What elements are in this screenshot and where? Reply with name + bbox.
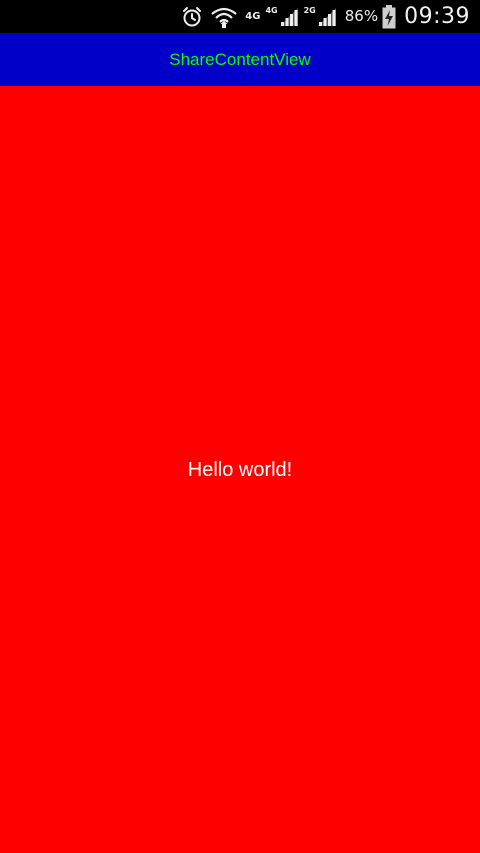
signal-icon	[279, 7, 299, 27]
network-type-small-label-2g: 2G	[303, 5, 316, 15]
clock: 09:39	[404, 3, 470, 29]
hello-message: Hello world!	[187, 459, 293, 481]
action-bar: ShareContentView	[0, 33, 480, 86]
phone-screen: 4G 4G 2G 86% 09:39 ShareContentView Hell…	[0, 0, 480, 853]
status-bar-icons: 4G 4G 2G 86% 09:39	[173, 0, 470, 33]
network-type-small-label: 4G	[265, 5, 278, 15]
alarm-icon	[181, 6, 203, 28]
battery-percent: 86%	[344, 7, 379, 25]
wifi-icon	[211, 6, 238, 28]
status-bar: 4G 4G 2G 86% 09:39	[0, 0, 480, 33]
battery-charging-icon	[382, 4, 396, 29]
content-area: Hello world!	[0, 86, 480, 853]
app-title: ShareContentView	[169, 49, 311, 69]
network-type-label: 4G	[245, 10, 261, 22]
signal-icon	[317, 7, 337, 27]
